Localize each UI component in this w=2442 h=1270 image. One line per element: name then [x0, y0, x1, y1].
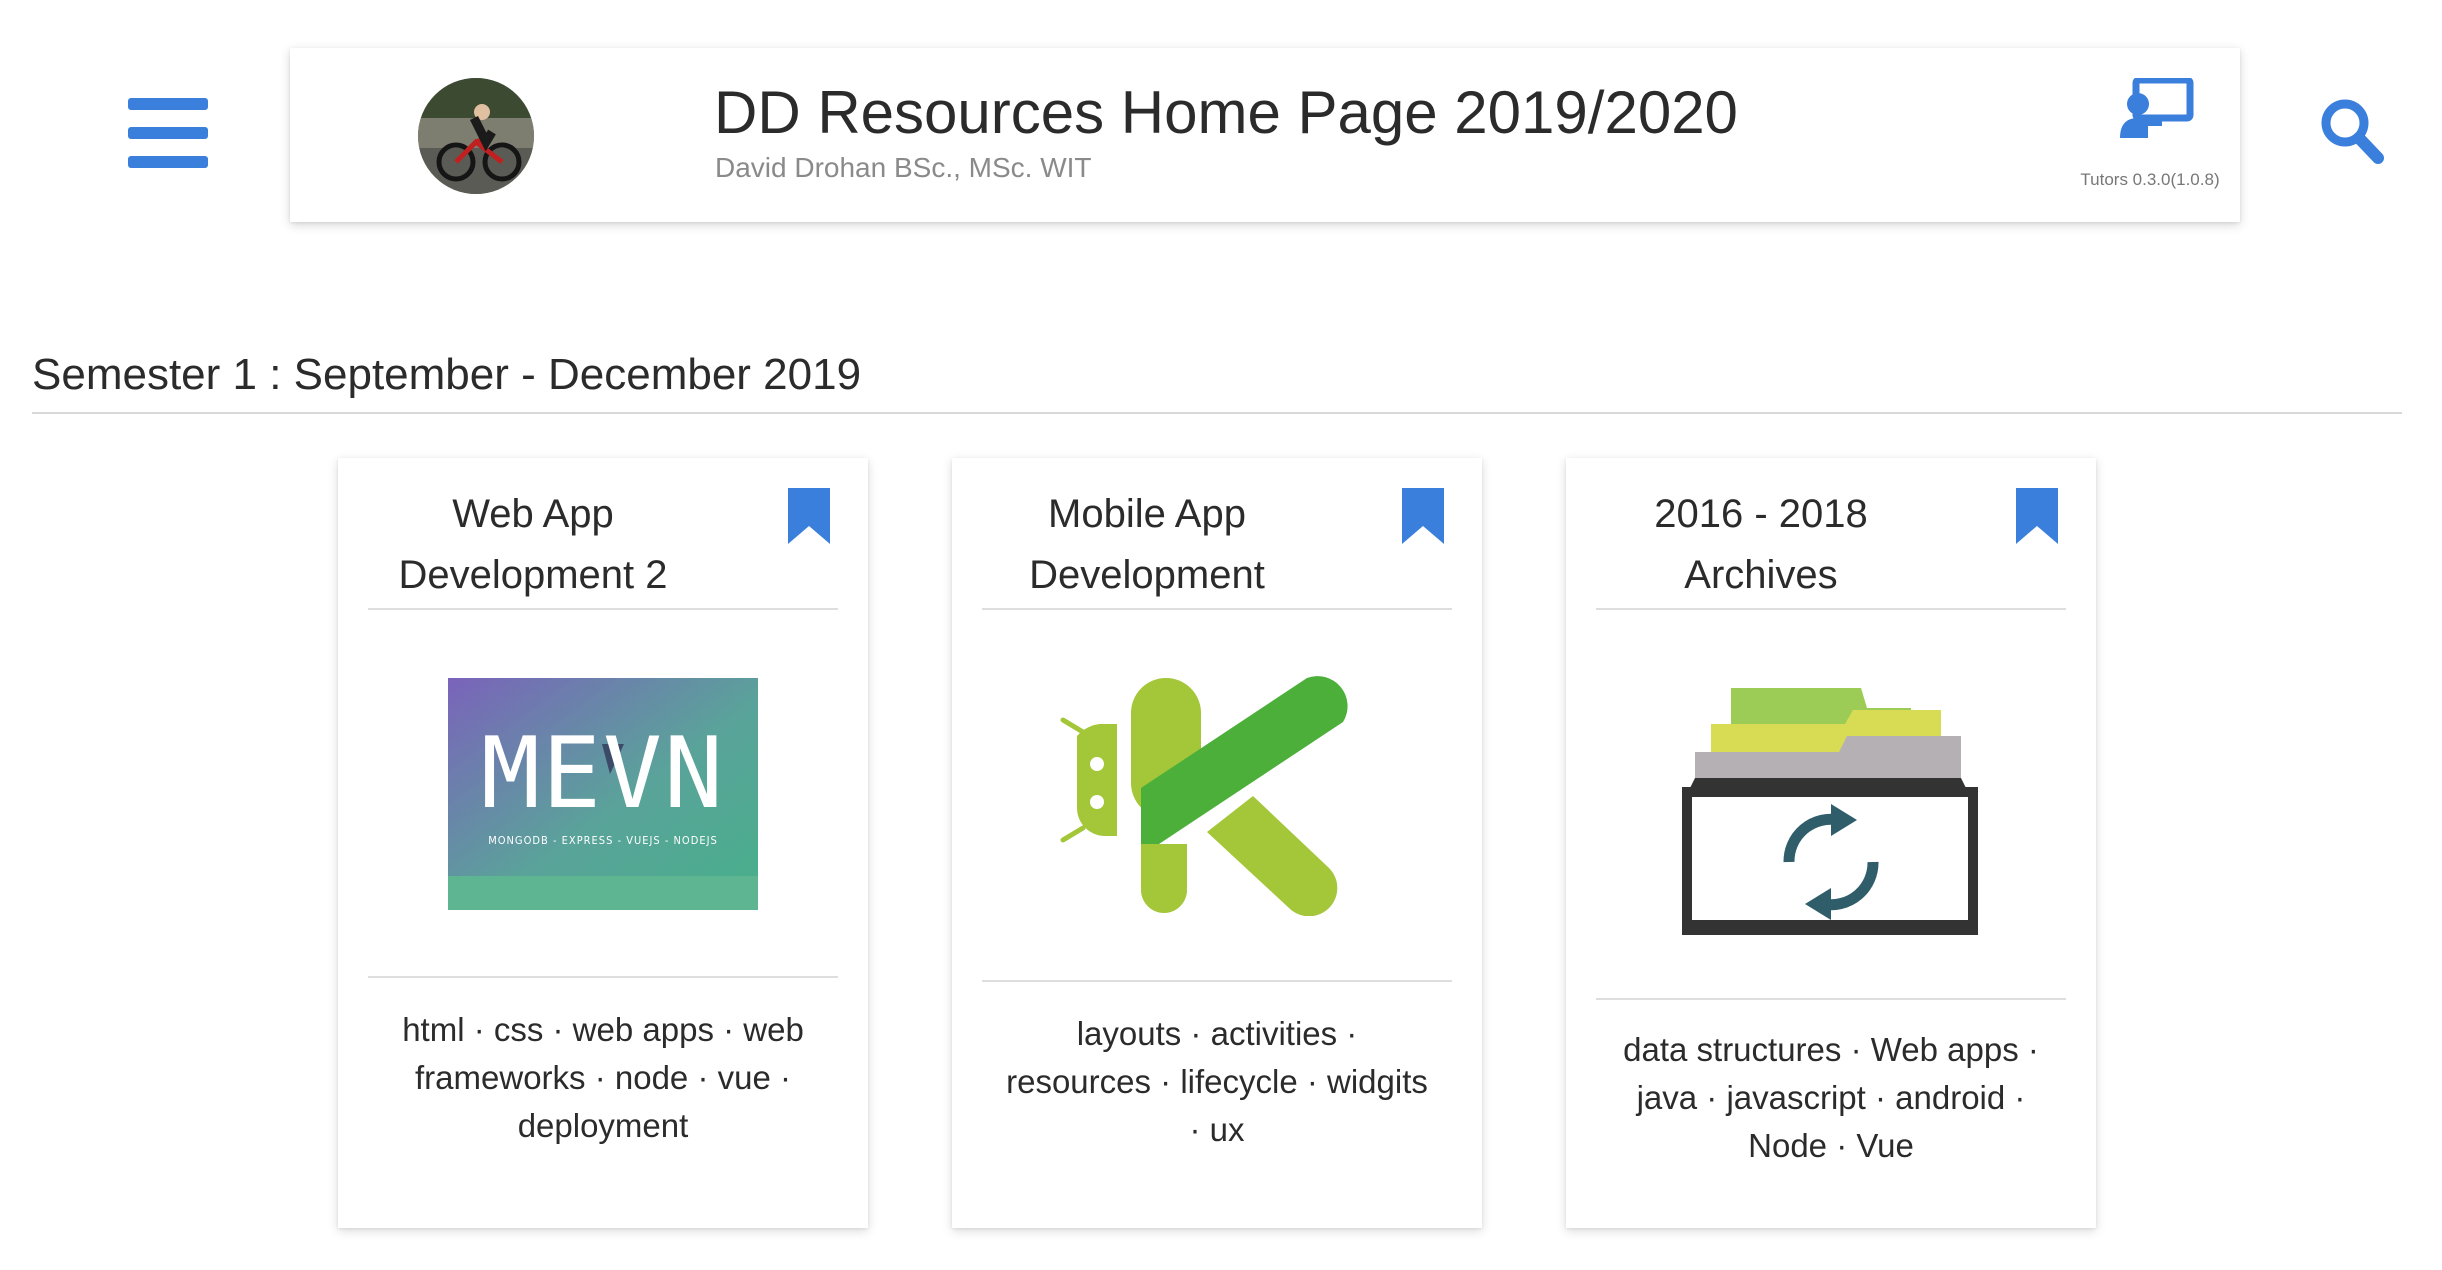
bookmark-icon[interactable]	[2014, 486, 2060, 546]
card-tags: html · css · web apps · web frameworks ·…	[402, 1011, 804, 1144]
course-card-mobile-app-development[interactable]: Mobile App Development layouts · activit…	[952, 458, 1482, 1228]
hamburger-menu-icon[interactable]	[128, 98, 208, 168]
card-image	[952, 676, 1482, 916]
card-tags: data structures · Web apps · java · java…	[1623, 1031, 2039, 1164]
course-card-2016-2018-archives[interactable]: 2016 - 2018 Archives data structures · W…	[1566, 458, 2096, 1228]
card-divider-bottom	[1596, 998, 2066, 1000]
card-title-line-2: Archives	[1684, 553, 1838, 597]
card-title-line-2: Development	[1029, 553, 1265, 597]
page: DD Resources Home Page 2019/2020 David D…	[0, 0, 2442, 1270]
card-divider-top	[368, 608, 838, 610]
page-title: DD Resources Home Page 2019/2020	[714, 79, 1738, 146]
card-title-line-1: Mobile App	[1048, 492, 1246, 536]
page-subtitle: David Drohan BSc., MSc. WIT	[715, 152, 1092, 183]
android-kotlin-logo	[1060, 676, 1348, 916]
search-icon[interactable]	[2320, 98, 2384, 164]
card-title-line-2: Development 2	[398, 553, 668, 597]
course-card-web-app-development-2[interactable]: Web App Development 2 MEVN MONGODB - EXP…	[338, 458, 868, 1228]
tutors-presentation-icon	[2120, 78, 2194, 138]
tutors-logo[interactable]: Tutors 0.3.0(1.0.8)	[2020, 78, 2280, 189]
card-image	[1566, 680, 2096, 940]
card-divider-top	[982, 608, 1452, 610]
card-divider-bottom	[368, 976, 838, 978]
semester-heading: Semester 1 : September - December 2019	[32, 350, 862, 399]
menu-bar-top	[128, 98, 208, 110]
card-title-line-1: 2016 - 2018	[1654, 492, 1868, 536]
card-title: Web App Development 2	[368, 484, 698, 606]
header-card: DD Resources Home Page 2019/2020 David D…	[290, 48, 2240, 222]
avatar-image	[418, 78, 534, 194]
menu-bar-middle	[128, 127, 208, 139]
mevn-logo-subtitle: MONGODB - EXPRESS - VUEJS - NODEJS	[488, 834, 718, 847]
card-title-line-1: Web App	[452, 492, 614, 536]
bookmark-icon[interactable]	[786, 486, 832, 546]
card-divider-top	[1596, 608, 2066, 610]
bookmark-icon[interactable]	[1400, 486, 1446, 546]
card-divider-bottom	[982, 980, 1452, 982]
archive-box-icon	[1682, 688, 1978, 935]
avatar[interactable]	[418, 78, 534, 194]
menu-bar-bottom	[128, 156, 208, 168]
card-image: MEVN MONGODB - EXPRESS - VUEJS - NODEJS	[338, 678, 868, 910]
mevn-logo-text: MEVN	[480, 717, 725, 831]
semester-divider	[32, 412, 2402, 414]
card-title: Mobile App Development	[982, 484, 1312, 606]
card-title: 2016 - 2018 Archives	[1596, 484, 1926, 606]
card-tags: layouts · activities · resources · lifec…	[1006, 1015, 1428, 1148]
tutors-version: Tutors 0.3.0(1.0.8)	[2080, 170, 2220, 189]
mevn-logo: MEVN MONGODB - EXPRESS - VUEJS - NODEJS	[448, 678, 758, 910]
